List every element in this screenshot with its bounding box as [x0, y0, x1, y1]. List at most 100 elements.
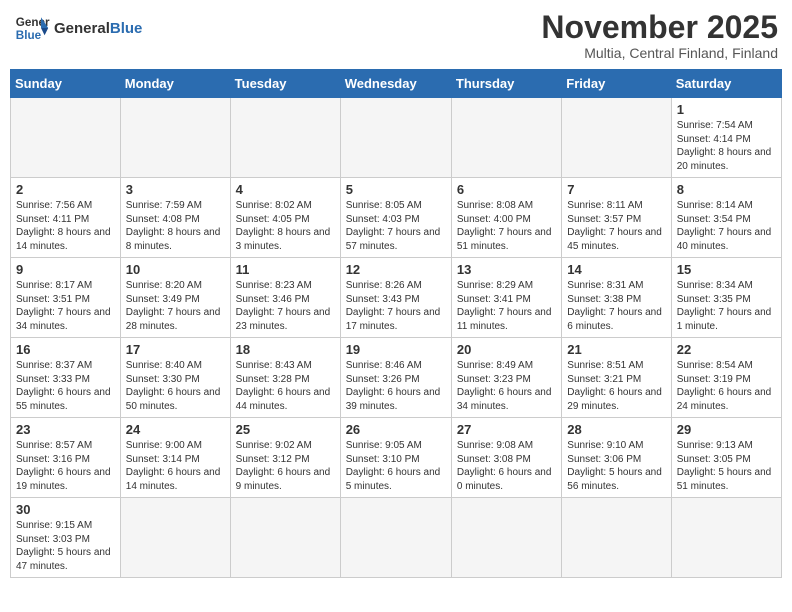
week-row-5: 30 Sunrise: 9:15 AM Sunset: 3:03 PM Dayli… — [11, 498, 782, 578]
day-cell — [11, 98, 121, 178]
day-number: 6 — [457, 182, 556, 197]
calendar: SundayMondayTuesdayWednesdayThursdayFrid… — [10, 69, 782, 578]
day-info: Sunrise: 8:11 AM Sunset: 3:57 PM Dayligh… — [567, 199, 665, 253]
day-cell: 27 Sunrise: 9:08 AM Sunset: 3:08 PM Dayli… — [451, 418, 561, 498]
day-number: 12 — [346, 262, 446, 277]
day-number: 22 — [677, 342, 776, 357]
day-cell — [340, 98, 451, 178]
day-number: 5 — [346, 182, 446, 197]
day-info: Sunrise: 8:40 AM Sunset: 3:30 PM Dayligh… — [126, 359, 225, 413]
logo: General Blue GeneralBlue — [14, 10, 142, 46]
day-number: 1 — [677, 102, 776, 117]
day-cell: 16 Sunrise: 8:37 AM Sunset: 3:33 PM Dayli… — [11, 338, 121, 418]
day-cell: 11Sunrise: 8:23 AM Sunset: 3:46 PM Dayli… — [230, 258, 340, 338]
day-number: 15 — [677, 262, 776, 277]
day-number: 29 — [677, 422, 776, 437]
day-number: 30 — [16, 502, 115, 517]
day-number: 19 — [346, 342, 446, 357]
day-cell: 30 Sunrise: 9:15 AM Sunset: 3:03 PM Dayli… — [11, 498, 121, 578]
day-cell: 13 Sunrise: 8:29 AM Sunset: 3:41 PM Dayli… — [451, 258, 561, 338]
day-cell — [562, 498, 671, 578]
day-cell: 10Sunrise: 8:20 AM Sunset: 3:49 PM Dayli… — [120, 258, 230, 338]
day-cell: 2 Sunrise: 7:56 AM Sunset: 4:11 PM Daylig… — [11, 178, 121, 258]
day-number: 28 — [567, 422, 665, 437]
day-number: 14 — [567, 262, 665, 277]
day-number: 9 — [16, 262, 115, 277]
page-header: General Blue GeneralBlue November 2025 M… — [10, 10, 782, 61]
weekday-header-saturday: Saturday — [671, 70, 781, 98]
day-cell: 18 Sunrise: 8:43 AM Sunset: 3:28 PM Dayli… — [230, 338, 340, 418]
week-row-2: 9 Sunrise: 8:17 AM Sunset: 3:51 PM Daylig… — [11, 258, 782, 338]
day-number: 25 — [236, 422, 335, 437]
day-cell: 24 Sunrise: 9:00 AM Sunset: 3:14 PM Dayli… — [120, 418, 230, 498]
day-cell: 29 Sunrise: 9:13 AM Sunset: 3:05 PM Dayli… — [671, 418, 781, 498]
weekday-header-thursday: Thursday — [451, 70, 561, 98]
day-cell: 17 Sunrise: 8:40 AM Sunset: 3:30 PM Dayli… — [120, 338, 230, 418]
weekday-header-monday: Monday — [120, 70, 230, 98]
day-info: Sunrise: 7:59 AM Sunset: 4:08 PM Dayligh… — [126, 199, 225, 253]
day-number: 8 — [677, 182, 776, 197]
day-cell: 25Sunrise: 9:02 AM Sunset: 3:12 PM Dayli… — [230, 418, 340, 498]
day-info: Sunrise: 7:54 AM Sunset: 4:14 PM Dayligh… — [677, 119, 776, 173]
day-cell — [120, 498, 230, 578]
day-info: Sunrise: 8:37 AM Sunset: 3:33 PM Dayligh… — [16, 359, 115, 413]
day-cell: 22 Sunrise: 8:54 AM Sunset: 3:19 PM Dayli… — [671, 338, 781, 418]
day-number: 2 — [16, 182, 115, 197]
day-info: Sunrise: 9:15 AM Sunset: 3:03 PM Dayligh… — [16, 519, 115, 573]
day-number: 18 — [236, 342, 335, 357]
week-row-3: 16 Sunrise: 8:37 AM Sunset: 3:33 PM Dayli… — [11, 338, 782, 418]
day-number: 21 — [567, 342, 665, 357]
day-info: Sunrise: 9:10 AM Sunset: 3:06 PM Dayligh… — [567, 439, 665, 493]
day-info: Sunrise: 8:26 AM Sunset: 3:43 PM Dayligh… — [346, 279, 446, 333]
day-number: 11 — [236, 262, 335, 277]
day-cell — [340, 498, 451, 578]
day-cell: 6Sunrise: 8:08 AM Sunset: 4:00 PM Daylig… — [451, 178, 561, 258]
day-info: Sunrise: 8:43 AM Sunset: 3:28 PM Dayligh… — [236, 359, 335, 413]
day-info: Sunrise: 8:34 AM Sunset: 3:35 PM Dayligh… — [677, 279, 776, 333]
day-cell: 15 Sunrise: 8:34 AM Sunset: 3:35 PM Dayli… — [671, 258, 781, 338]
title-block: November 2025 Multia, Central Finland, F… — [541, 10, 778, 61]
day-cell: 20 Sunrise: 8:49 AM Sunset: 3:23 PM Dayli… — [451, 338, 561, 418]
day-number: 23 — [16, 422, 115, 437]
day-cell — [230, 98, 340, 178]
weekday-header-row: SundayMondayTuesdayWednesdayThursdayFrid… — [11, 70, 782, 98]
day-info: Sunrise: 8:54 AM Sunset: 3:19 PM Dayligh… — [677, 359, 776, 413]
logo-icon: General Blue — [14, 10, 50, 46]
week-row-4: 23 Sunrise: 8:57 AM Sunset: 3:16 PM Dayli… — [11, 418, 782, 498]
day-cell: 3Sunrise: 7:59 AM Sunset: 4:08 PM Daylig… — [120, 178, 230, 258]
day-info: Sunrise: 9:08 AM Sunset: 3:08 PM Dayligh… — [457, 439, 556, 493]
day-info: Sunrise: 8:57 AM Sunset: 3:16 PM Dayligh… — [16, 439, 115, 493]
day-info: Sunrise: 7:56 AM Sunset: 4:11 PM Dayligh… — [16, 199, 115, 253]
day-number: 24 — [126, 422, 225, 437]
day-info: Sunrise: 9:00 AM Sunset: 3:14 PM Dayligh… — [126, 439, 225, 493]
day-number: 20 — [457, 342, 556, 357]
day-cell: 19 Sunrise: 8:46 AM Sunset: 3:26 PM Dayli… — [340, 338, 451, 418]
day-info: Sunrise: 9:13 AM Sunset: 3:05 PM Dayligh… — [677, 439, 776, 493]
logo-text: GeneralBlue — [54, 20, 142, 37]
day-info: Sunrise: 8:49 AM Sunset: 3:23 PM Dayligh… — [457, 359, 556, 413]
day-info: Sunrise: 8:20 AM Sunset: 3:49 PM Dayligh… — [126, 279, 225, 333]
day-number: 27 — [457, 422, 556, 437]
day-info: Sunrise: 8:02 AM Sunset: 4:05 PM Dayligh… — [236, 199, 335, 253]
day-number: 13 — [457, 262, 556, 277]
day-number: 17 — [126, 342, 225, 357]
day-info: Sunrise: 8:46 AM Sunset: 3:26 PM Dayligh… — [346, 359, 446, 413]
day-cell: 21Sunrise: 8:51 AM Sunset: 3:21 PM Dayli… — [562, 338, 671, 418]
day-cell: 12 Sunrise: 8:26 AM Sunset: 3:43 PM Dayli… — [340, 258, 451, 338]
weekday-header-sunday: Sunday — [11, 70, 121, 98]
day-cell — [562, 98, 671, 178]
day-number: 4 — [236, 182, 335, 197]
svg-text:Blue: Blue — [16, 29, 42, 42]
weekday-header-friday: Friday — [562, 70, 671, 98]
day-cell — [451, 498, 561, 578]
day-cell — [230, 498, 340, 578]
weekday-header-tuesday: Tuesday — [230, 70, 340, 98]
location: Multia, Central Finland, Finland — [541, 45, 778, 61]
day-cell: 28 Sunrise: 9:10 AM Sunset: 3:06 PM Dayli… — [562, 418, 671, 498]
day-info: Sunrise: 9:05 AM Sunset: 3:10 PM Dayligh… — [346, 439, 446, 493]
day-info: Sunrise: 8:17 AM Sunset: 3:51 PM Dayligh… — [16, 279, 115, 333]
day-number: 16 — [16, 342, 115, 357]
day-cell: 1 Sunrise: 7:54 AM Sunset: 4:14 PM Daylig… — [671, 98, 781, 178]
day-info: Sunrise: 8:29 AM Sunset: 3:41 PM Dayligh… — [457, 279, 556, 333]
day-cell: 5Sunrise: 8:05 AM Sunset: 4:03 PM Daylig… — [340, 178, 451, 258]
